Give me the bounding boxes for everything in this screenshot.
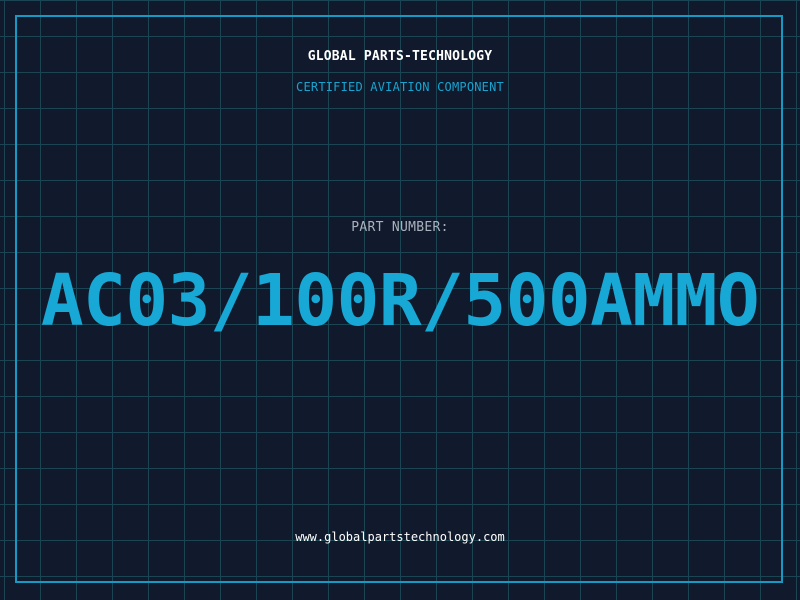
part-number-label: PART NUMBER: (351, 220, 449, 235)
part-number-value: AC03/100R/500AMMO (40, 259, 760, 342)
website-url: www.globalpartstechnology.com (295, 530, 505, 544)
part-number-card: GLOBAL PARTS-TECHNOLOGY CERTIFIED AVIATI… (0, 0, 800, 600)
company-name: GLOBAL PARTS-TECHNOLOGY (307, 49, 493, 64)
certification-tagline: CERTIFIED AVIATION COMPONENT (296, 80, 504, 94)
